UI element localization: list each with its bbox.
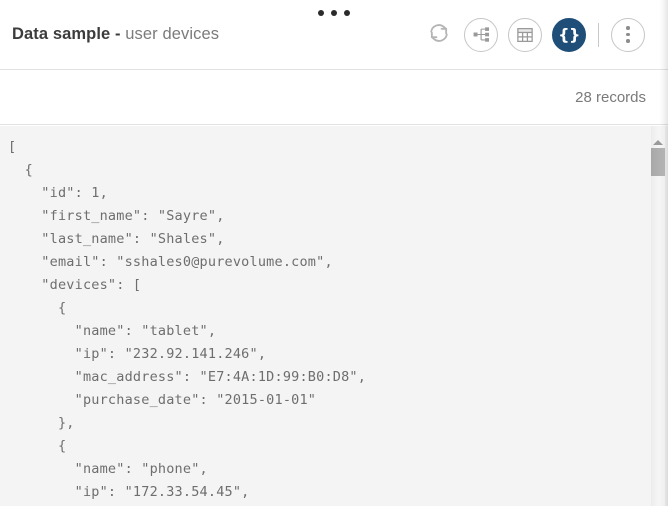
page-title-separator: - [110,25,126,43]
more-dot [626,26,630,30]
tree-view-icon [464,17,498,52]
drag-dot [318,10,324,16]
table-view-icon [508,17,542,52]
page-title-main: Data sample [12,25,111,43]
more-dot [626,32,630,37]
more-dot [626,39,630,43]
data-sample-panel: Data sample - user devices {} 28 records… [0,0,668,506]
records-count: 28 records [575,88,646,106]
page-title-subject: user devices [125,25,220,43]
json-content: [ { "id": 1, "first_name": "Sayre", "las… [8,139,367,500]
vertical-scrollbar[interactable] [651,126,665,506]
refresh-icon [428,22,450,47]
scroll-up-arrow-icon[interactable] [651,136,665,148]
json-viewer[interactable]: [ { "id": 1, "first_name": "Sayre", "las… [0,126,668,506]
page-title: Data sample - user devices [12,25,219,44]
json-braces-icon: {} [552,17,586,52]
scrollbar-thumb[interactable] [651,148,665,176]
drag-dot [344,10,350,16]
json-braces-glyph: {} [558,24,580,44]
records-bar: 28 records [0,70,668,125]
toolbar-divider [598,22,599,47]
drag-dot [331,10,337,16]
more-dots [626,26,630,43]
drag-dots-icon[interactable] [0,5,668,21]
more-vertical-icon [611,17,645,52]
